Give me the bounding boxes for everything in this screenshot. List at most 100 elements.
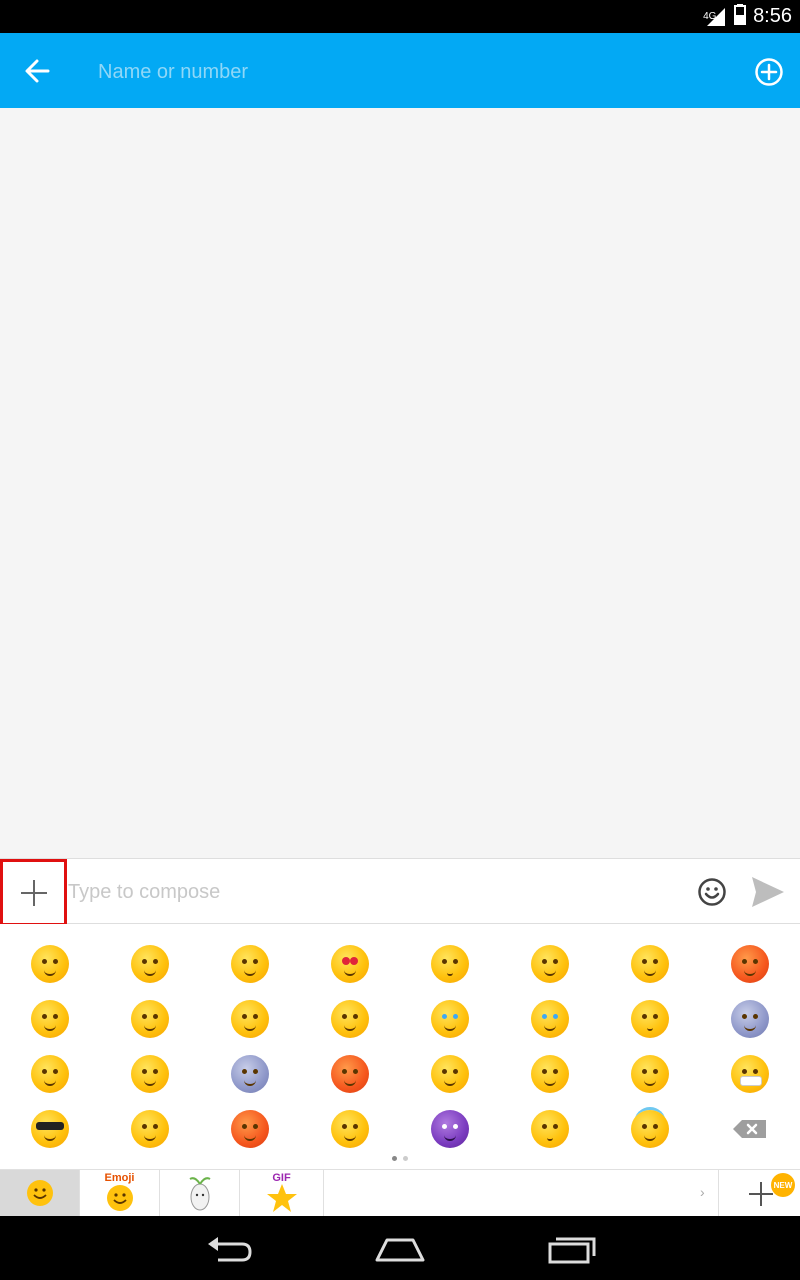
emoji-sleepy[interactable] <box>100 1101 200 1156</box>
nav-home-button[interactable] <box>374 1234 426 1264</box>
plus-icon <box>21 880 47 906</box>
nav-back-button[interactable] <box>204 1234 256 1264</box>
emoji-row <box>0 991 800 1046</box>
emoji-sunglasses[interactable] <box>0 1101 100 1156</box>
emoji-page-indicator <box>0 1156 800 1161</box>
imp-face-icon <box>431 1109 469 1148</box>
sunglasses-face-icon <box>31 1109 69 1148</box>
grin-face-icon <box>231 944 269 983</box>
emoji-imp[interactable] <box>400 1101 500 1156</box>
sob-face-icon <box>431 999 469 1038</box>
emoji-panel <box>0 924 800 1169</box>
tab-smiley[interactable] <box>0 1170 80 1216</box>
emoji-neutral[interactable] <box>500 1101 600 1156</box>
heart-eyes-face-icon <box>331 944 369 983</box>
emoji-angry[interactable] <box>300 1046 400 1101</box>
angry-face-icon <box>331 1054 369 1093</box>
tab-emoji[interactable]: Emoji <box>80 1170 160 1216</box>
fearful-face-icon <box>731 999 769 1038</box>
compose-bar <box>0 858 800 926</box>
smirk-face-icon <box>631 1054 669 1093</box>
emoji-grimace[interactable] <box>0 991 100 1046</box>
status-icons: 4G 8:56 <box>703 0 792 33</box>
home-icon <box>375 1238 425 1262</box>
grimace-face-icon <box>31 999 69 1038</box>
recipient-input[interactable] <box>96 53 700 91</box>
emoji-mask[interactable] <box>700 1046 800 1101</box>
emoji-joy[interactable] <box>500 991 600 1046</box>
emoji-blush[interactable] <box>100 936 200 991</box>
page-dot-active <box>392 1156 397 1161</box>
innocent-face-icon <box>631 1109 669 1148</box>
mask-face-icon <box>731 1054 769 1093</box>
emoji-smile[interactable] <box>0 936 100 991</box>
sticker-tab-icon <box>188 1177 211 1211</box>
pensive-face-icon <box>331 999 369 1038</box>
star-tab-icon <box>266 1184 297 1212</box>
emoji-tired[interactable] <box>300 1101 400 1156</box>
add-contact-button[interactable] <box>754 57 784 87</box>
emoji-pensive[interactable] <box>300 991 400 1046</box>
plus-circle-icon <box>755 58 783 86</box>
emoji-tab-icon <box>106 1185 133 1211</box>
attach-button[interactable] <box>0 859 67 926</box>
recents-icon <box>548 1237 596 1264</box>
backspace-icon <box>733 1119 766 1138</box>
gif-tab-label: GIF <box>272 1172 291 1184</box>
emoji-hushed[interactable] <box>600 991 700 1046</box>
emoji-row <box>0 1046 800 1101</box>
laugh-face-icon <box>531 1054 569 1093</box>
send-icon <box>752 877 784 907</box>
smiley-tab-icon <box>26 1180 53 1206</box>
emoji-tab-label: Emoji <box>104 1172 135 1184</box>
emoji-laugh[interactable] <box>500 1046 600 1101</box>
emoji-relieved[interactable] <box>100 991 200 1046</box>
emoji-kiss[interactable] <box>400 936 500 991</box>
emoji-squint-tongue[interactable] <box>600 936 700 991</box>
page-dot <box>403 1156 408 1161</box>
emoji-grin[interactable] <box>200 936 300 991</box>
emoji-scream[interactable] <box>200 1046 300 1101</box>
battery-icon <box>733 3 747 30</box>
back-icon <box>208 1237 252 1262</box>
send-button[interactable] <box>750 875 786 909</box>
nav-recents-button[interactable] <box>546 1234 598 1264</box>
emoji-grid <box>0 936 800 1156</box>
backspace-button[interactable] <box>700 1101 800 1156</box>
network-label: 4G <box>703 10 717 22</box>
message-thread-area[interactable] <box>0 108 800 858</box>
emoji-innocent[interactable] <box>600 1101 700 1156</box>
scream-face-icon <box>231 1054 269 1093</box>
compose-input[interactable] <box>66 873 670 911</box>
squint-tongue-face-icon <box>631 944 669 983</box>
hushed-face-icon <box>631 999 669 1038</box>
smile-face-icon <box>31 944 69 983</box>
arrow-left-icon <box>25 59 50 83</box>
chevron-right-icon[interactable]: › <box>700 1184 705 1200</box>
blush-red-face-icon <box>231 1109 269 1148</box>
starry-face-icon <box>231 999 269 1038</box>
emoji-fearful[interactable] <box>700 991 800 1046</box>
new-badge: NEW <box>771 1173 795 1197</box>
tab-sticker[interactable] <box>160 1170 240 1216</box>
emoji-flushed[interactable] <box>700 936 800 991</box>
emoji-unamused[interactable] <box>400 1046 500 1101</box>
emoji-row <box>0 936 800 991</box>
emoji-button[interactable] <box>697 877 727 907</box>
back-button[interactable] <box>18 51 58 91</box>
emoji-sweat[interactable] <box>0 1046 100 1101</box>
emoji-starry[interactable] <box>200 991 300 1046</box>
emoji-blush-red[interactable] <box>200 1101 300 1156</box>
persevere-face-icon <box>131 1054 169 1093</box>
emoji-tongue[interactable] <box>500 936 600 991</box>
signal-icon: 4G <box>703 6 727 28</box>
joy-face-icon <box>531 999 569 1038</box>
tab-gif[interactable]: GIF <box>240 1170 324 1216</box>
emoji-persevere[interactable] <box>100 1046 200 1101</box>
sweat-face-icon <box>31 1054 69 1093</box>
emoji-sob[interactable] <box>400 991 500 1046</box>
emoji-heart-eyes[interactable] <box>300 936 400 991</box>
kiss-face-icon <box>431 944 469 983</box>
add-emoji-pack-button[interactable]: NEW <box>718 1170 800 1216</box>
emoji-smirk[interactable] <box>600 1046 700 1101</box>
